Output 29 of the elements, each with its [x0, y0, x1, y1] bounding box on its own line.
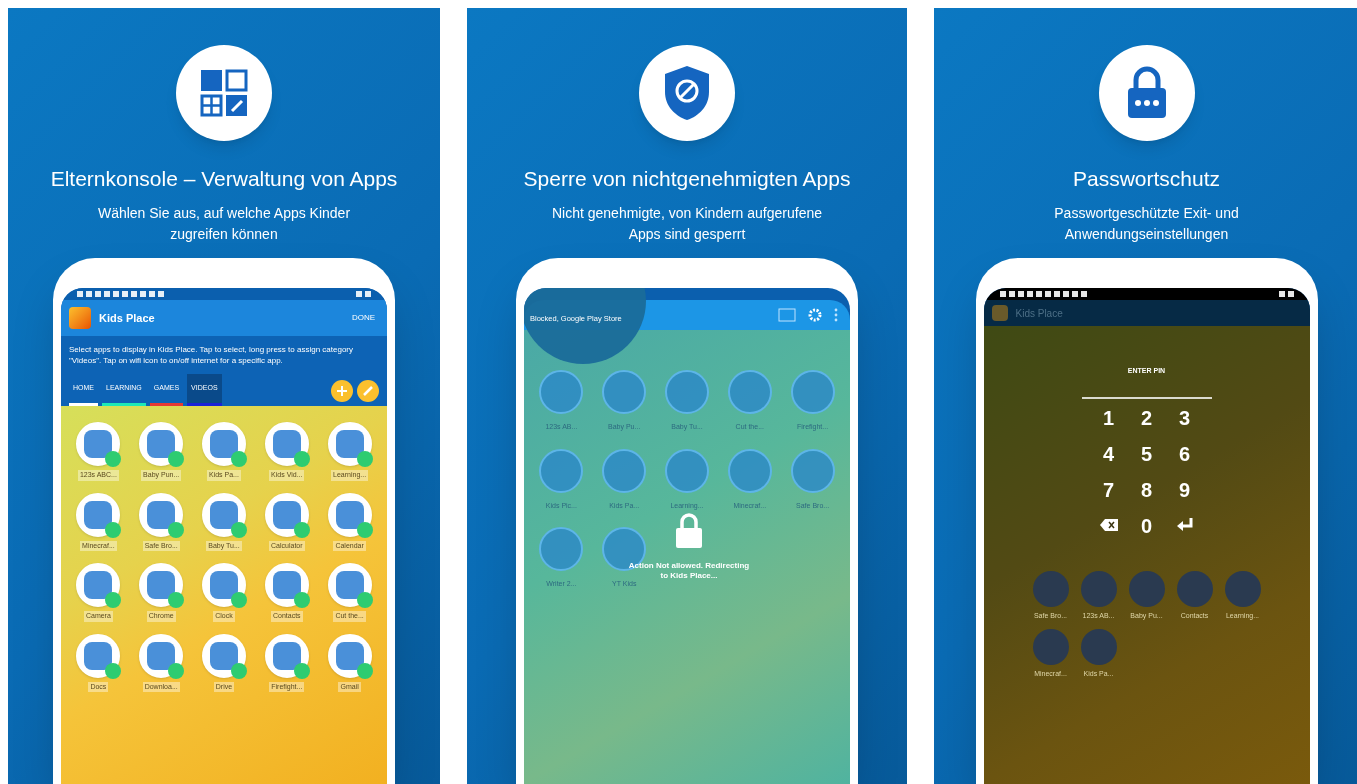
keypad-key[interactable]: 2: [1129, 402, 1164, 431]
settings-icon[interactable]: [808, 308, 822, 322]
feature-title: Passwortschutz: [1072, 166, 1221, 192]
keypad-key[interactable]: 1: [1091, 402, 1126, 431]
keypad-key[interactable]: 8: [1129, 474, 1164, 503]
apps-grid-icon: [199, 68, 249, 118]
app-title: Kids Place: [99, 310, 155, 326]
keypad-key[interactable]: 6: [1167, 438, 1202, 467]
blocked-message: Action Not allowed. Redirecting to Kids Place...: [627, 561, 751, 581]
keypad-key[interactable]: 4: [1091, 438, 1126, 467]
keypad-key[interactable]: 9: [1167, 474, 1202, 503]
feature-subtitle: Nicht genehmigte, von Kindern aufgerufene Apps sind gesperrt: [550, 203, 824, 244]
feature-title: Sperre von nichtgenehmigten Apps: [523, 166, 851, 192]
add-icon[interactable]: [331, 380, 353, 402]
instructions-text: Select apps to display in Kids Place. Tap to select, long press to assign category "Videos". Tap on wifi icon to on/off internet for a specific app.: [69, 344, 354, 366]
keypad-key[interactable]: 7: [1091, 474, 1126, 503]
keypad-key[interactable]: 0: [1129, 510, 1164, 539]
feature-title: Elternkonsole – Verwaltung von Apps: [50, 166, 398, 192]
app-logo-icon: [69, 307, 91, 329]
lock-icon: [674, 513, 704, 549]
more-icon[interactable]: [834, 308, 838, 322]
done-button[interactable]: DONE: [347, 312, 379, 324]
keypad-key[interactable]: 3: [1167, 402, 1202, 431]
edit-icon[interactable]: [357, 380, 379, 402]
app-title: Kids Place: [1015, 306, 1063, 321]
app-logo-icon: [991, 305, 1008, 321]
keypad-key[interactable]: 5: [1129, 438, 1164, 467]
feature-subtitle: Wählen Sie aus, auf welche Apps Kinder zugreifen können: [96, 203, 352, 244]
feature-subtitle: Passwortgeschützte Exit- und Anwendungseinstellungen: [1053, 203, 1240, 244]
